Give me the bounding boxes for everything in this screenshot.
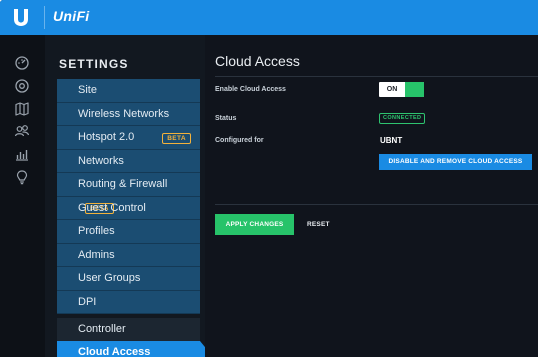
sidebar-item-routing-firewall[interactable]: Routing & FirewallBETA (57, 173, 200, 214)
apply-changes-button[interactable]: APPLY CHANGES (215, 214, 294, 235)
sidebar-item-wireless-networks[interactable]: Wireless Networks (57, 103, 200, 126)
ubiquiti-logo-icon[interactable] (14, 9, 28, 26)
settings-menu: Site Wireless Networks Hotspot 2.0 BETA N… (57, 79, 200, 314)
actions-divider (215, 204, 538, 205)
sidebar-item-label: User Groups (78, 272, 141, 284)
app-window: UniFi SETTINGS Site Wireless Networks Ho… (0, 0, 538, 357)
title-divider (215, 76, 538, 77)
sidebar-item-admins[interactable]: Admins (57, 244, 200, 267)
sidebar-item-label: Guest Control (78, 201, 146, 214)
main-panel: Cloud Access Enable Cloud Access ON Stat… (205, 35, 538, 357)
topbar-divider (44, 6, 45, 29)
status-label: Status (215, 115, 237, 122)
configured-for-value: UBNT (380, 136, 403, 145)
sidebar-item-label: Hotspot 2.0 (78, 131, 135, 143)
sidebar-item-networks[interactable]: Networks (57, 150, 200, 173)
sidebar-item-site[interactable]: Site (57, 79, 200, 103)
sidebar-item-label: Admins (78, 248, 115, 261)
toggle-state-label: ON (386, 86, 398, 93)
reset-button[interactable]: RESET (307, 214, 330, 235)
clients-icon[interactable] (14, 123, 30, 139)
sidebar-item-cloud-access[interactable]: Cloud Access (57, 341, 200, 357)
sidebar-item-label: DPI (78, 295, 97, 308)
statistics-icon[interactable] (14, 146, 30, 162)
configured-for-label: Configured for (215, 137, 264, 144)
sidebar-item-label: Wireless Networks (78, 107, 170, 120)
dashboard-icon[interactable] (14, 55, 30, 71)
sidebar-item-label: Routing & Firewall (78, 178, 168, 190)
sidebar-item-user-groups[interactable]: User Groups (57, 267, 200, 291)
sidebar-item-label: Site (78, 84, 97, 96)
settings-title: SETTINGS (59, 57, 129, 71)
sidebar-item-label: Networks (78, 154, 124, 167)
settings-nav: SETTINGS Site Wireless Networks Hotspot … (45, 35, 209, 357)
page-title: Cloud Access (215, 53, 300, 69)
brand-name[interactable]: UniFi (53, 8, 90, 24)
cloud-access-toggle[interactable]: ON (379, 82, 424, 97)
toggle-knob (405, 82, 424, 97)
top-bar: UniFi (0, 0, 538, 35)
enable-cloud-access-label: Enable Cloud Access (215, 86, 286, 93)
sidebar-item-label: Profiles (78, 225, 115, 237)
status-badge: CONNECTED (379, 113, 426, 124)
sidebar-item-hotspot[interactable]: Hotspot 2.0 BETA (57, 126, 200, 150)
sidebar-item-guest-control[interactable]: Guest Control (57, 197, 200, 220)
map-icon[interactable] (14, 101, 30, 117)
insights-icon[interactable] (14, 169, 30, 185)
sidebar-item-controller[interactable]: Controller (57, 318, 200, 341)
sidebar-item-profiles[interactable]: Profiles (57, 220, 200, 244)
beta-badge: BETA (162, 133, 191, 144)
devices-icon[interactable] (14, 78, 30, 94)
icon-rail (0, 35, 46, 357)
sidebar-item-dpi[interactable]: DPI (57, 291, 200, 314)
disable-cloud-access-button[interactable]: DISABLE AND REMOVE CLOUD ACCESS (379, 154, 532, 170)
